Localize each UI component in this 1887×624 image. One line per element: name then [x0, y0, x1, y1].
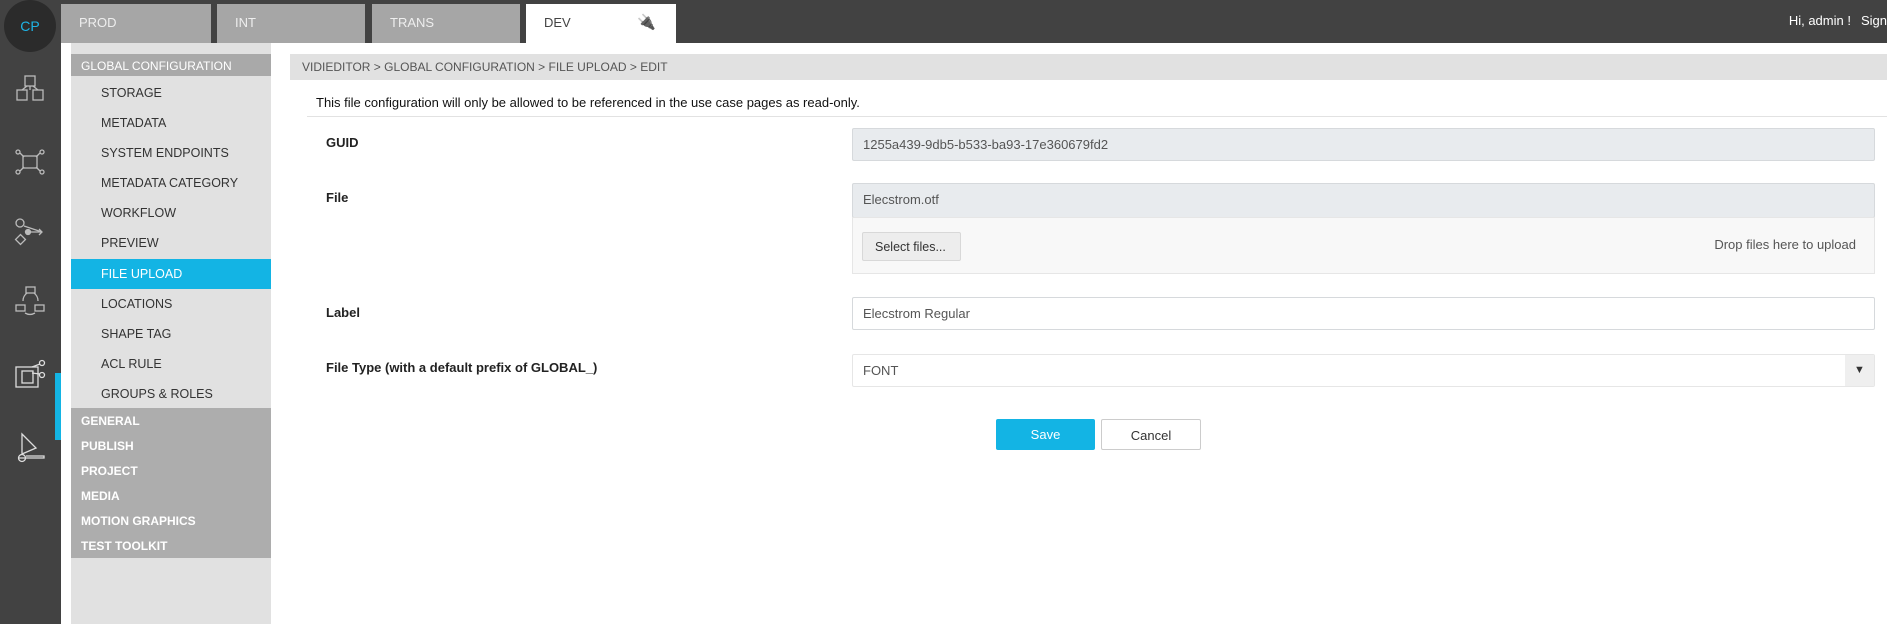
video-editor-icon[interactable] — [12, 357, 48, 393]
chevron-down-icon[interactable]: ▼ — [1845, 355, 1874, 386]
sidebar-group-general[interactable]: GENERAL — [71, 408, 271, 433]
network-icon[interactable] — [12, 144, 48, 180]
sidebar-item-metadata-category[interactable]: METADATA CATEGORY — [71, 168, 271, 198]
breadcrumb: VIDIEDITOR > GLOBAL CONFIGURATION > FILE… — [290, 54, 1887, 80]
notice-text: This file configuration will only be all… — [316, 95, 860, 110]
media-player-icon[interactable] — [12, 430, 48, 466]
sidebar-item-storage[interactable]: STORAGE — [71, 78, 271, 108]
cancel-button[interactable]: Cancel — [1101, 419, 1201, 450]
tab-prod[interactable]: PROD — [61, 4, 211, 43]
tab-dev[interactable]: DEV 🔌 — [526, 4, 676, 43]
sign-out-link[interactable]: Sign — [1861, 13, 1887, 28]
file-type-value: FONT — [863, 363, 899, 378]
sidebar-group-project[interactable]: PROJECT — [71, 458, 271, 483]
sidebar-item-preview[interactable]: PREVIEW — [71, 228, 271, 258]
file-field: Elecstrom.otf — [852, 183, 1875, 218]
label-input[interactable]: Elecstrom Regular — [852, 297, 1875, 330]
user-area: Hi, admin ! Sign — [1779, 13, 1887, 28]
sidebar-group-test-toolkit[interactable]: TEST TOOLKIT — [71, 533, 271, 558]
sidebar-group-motion-graphics[interactable]: MOTION GRAPHICS — [71, 508, 271, 533]
sidebar-item-system-endpoints[interactable]: SYSTEM ENDPOINTS — [71, 138, 271, 168]
sidebar-item-acl-rule[interactable]: ACL RULE — [71, 349, 271, 379]
file-label: File — [326, 190, 349, 205]
sidebar-item-workflow[interactable]: WORKFLOW — [71, 198, 271, 228]
tab-trans[interactable]: TRANS — [372, 4, 520, 43]
sidebar-item-file-upload[interactable]: FILE UPLOAD — [71, 259, 271, 289]
sidebar-group-media[interactable]: MEDIA — [71, 483, 271, 508]
tab-int[interactable]: INT — [217, 4, 365, 43]
label-label: Label — [326, 305, 360, 320]
active-indicator — [55, 373, 61, 440]
file-type-label: File Type (with a default prefix of GLOB… — [326, 360, 598, 375]
file-dropzone[interactable]: Select files... Drop files here to uploa… — [852, 217, 1875, 274]
sidebar-item-metadata[interactable]: METADATA — [71, 108, 271, 138]
plug-icon[interactable]: 🔌 — [637, 13, 656, 31]
submenu-panel: GLOBAL CONFIGURATION STORAGE METADATA SY… — [71, 43, 271, 624]
logo[interactable]: CP — [4, 0, 56, 52]
sidebar-item-shape-tag[interactable]: SHAPE TAG — [71, 319, 271, 349]
cycle-icon[interactable] — [12, 283, 48, 319]
drop-hint: Drop files here to upload — [1714, 237, 1856, 252]
cubes-icon[interactable] — [12, 72, 48, 108]
select-files-button[interactable]: Select files... — [862, 232, 961, 261]
sidebar-item-locations[interactable]: LOCATIONS — [71, 289, 271, 319]
tab-dev-label: DEV — [544, 15, 571, 30]
greeting: Hi, admin ! — [1788, 13, 1851, 28]
icon-bar: CP — [0, 0, 61, 624]
submenu-header[interactable]: GLOBAL CONFIGURATION — [71, 54, 271, 76]
guid-field: 1255a439-9db5-b533-ba93-17e360679fd2 — [852, 128, 1875, 161]
sidebar-item-groups-roles[interactable]: GROUPS & ROLES — [71, 379, 271, 409]
sidebar-group-publish[interactable]: PUBLISH — [71, 433, 271, 458]
save-button[interactable]: Save — [996, 419, 1095, 450]
guid-label: GUID — [326, 135, 359, 150]
divider — [307, 116, 1887, 117]
file-type-select[interactable]: FONT ▼ — [852, 354, 1875, 387]
workflow-icon[interactable] — [12, 214, 48, 250]
